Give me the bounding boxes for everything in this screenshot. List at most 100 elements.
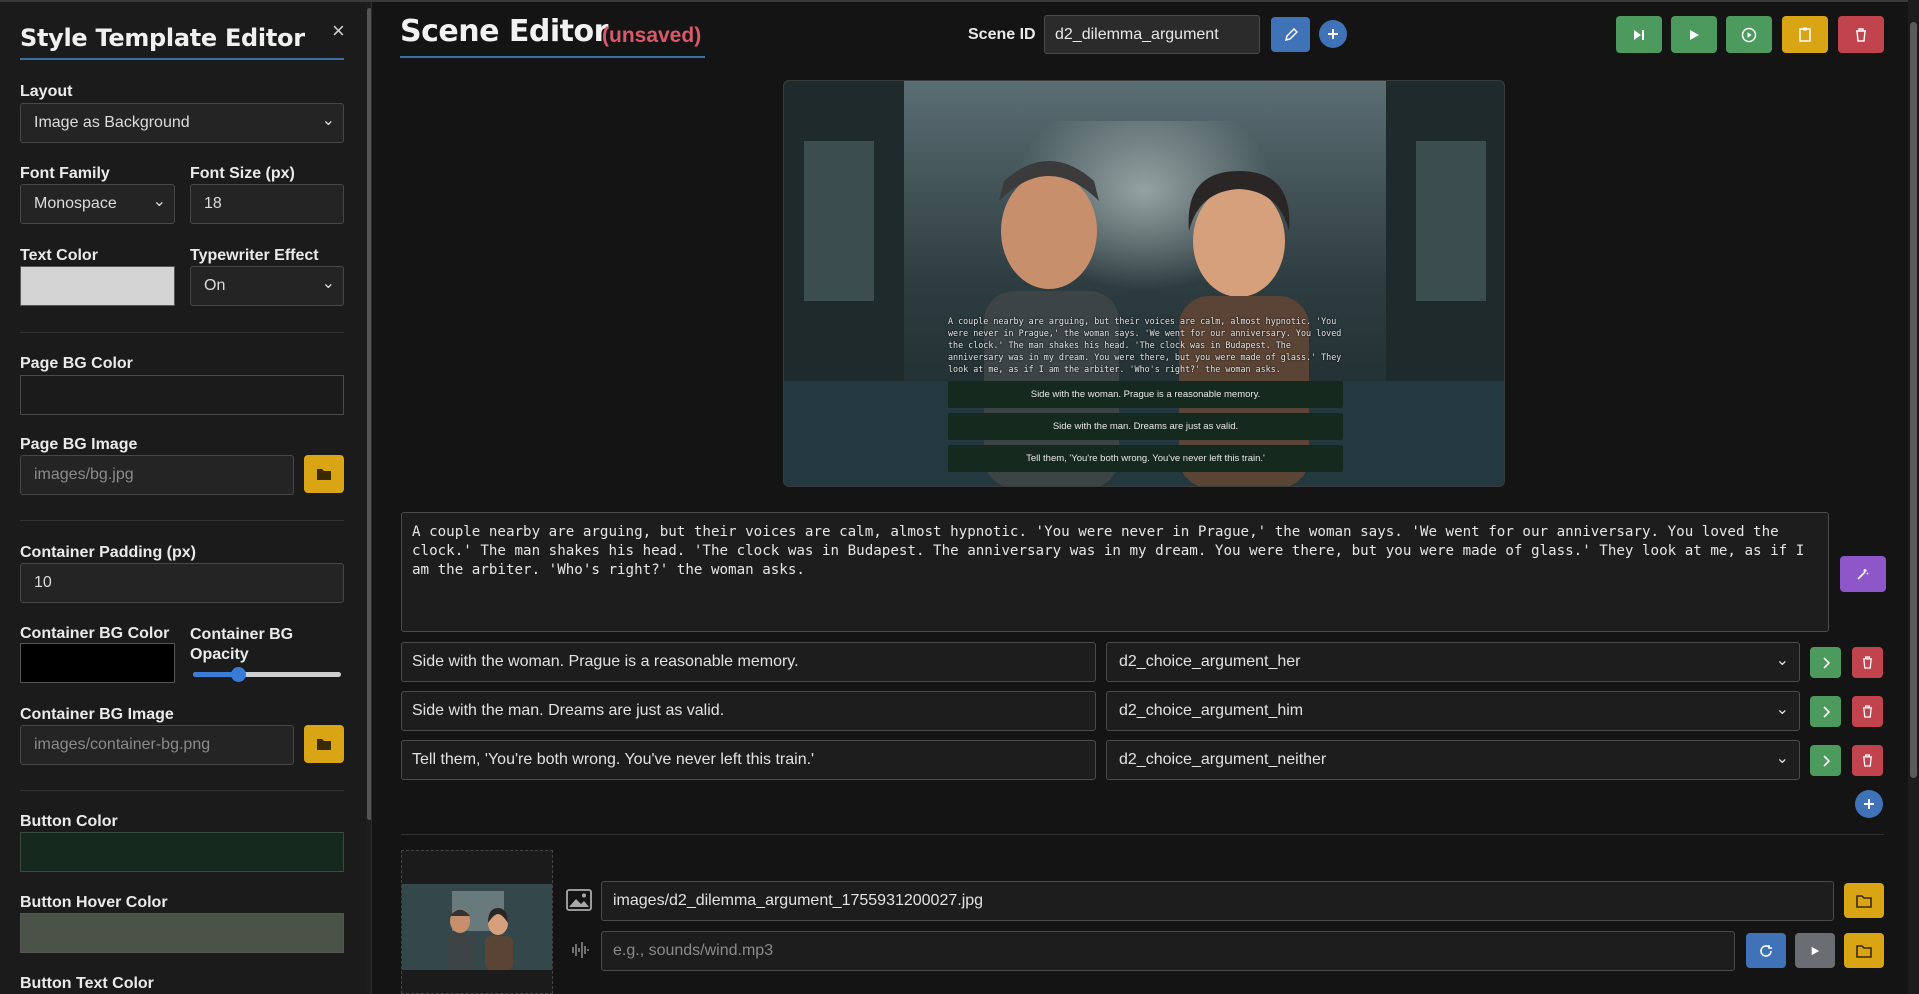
button-color-swatch[interactable] xyxy=(20,832,344,872)
container-bg-color-label: Container BG Color xyxy=(20,625,170,642)
text-color-swatch[interactable] xyxy=(20,266,175,306)
generate-text-button[interactable] xyxy=(1840,556,1886,592)
preview-choice-button[interactable]: Side with the man. Dreams are just as va… xyxy=(948,413,1343,440)
edit-scene-id-button[interactable] xyxy=(1271,17,1310,52)
refresh-icon xyxy=(1760,944,1772,957)
choice-text-input[interactable]: Side with the woman. Prague is a reasona… xyxy=(401,642,1096,682)
page-bg-browse-button[interactable] xyxy=(304,455,344,493)
play-icon xyxy=(1811,946,1820,955)
style-template-sidebar: Style Template Editor × Layout Image as … xyxy=(0,0,372,994)
go-to-target-button[interactable] xyxy=(1810,745,1841,776)
preview-choice-button[interactable]: Side with the woman. Prague is a reasona… xyxy=(948,381,1343,408)
page-bg-color-swatch[interactable] xyxy=(20,375,344,415)
container-bg-image-input[interactable]: images/container-bg.png xyxy=(20,725,294,765)
text-color-label: Text Color xyxy=(20,247,98,264)
button-hover-label: Button Hover Color xyxy=(20,894,168,911)
trash-icon xyxy=(1862,705,1873,718)
plus-icon xyxy=(1864,799,1874,809)
layout-label: Layout xyxy=(20,83,73,100)
font-family-label: Font Family xyxy=(20,165,110,182)
font-size-input[interactable]: 18 xyxy=(190,184,344,224)
delete-choice-button[interactable] xyxy=(1852,696,1883,727)
scene-id-label: Scene ID xyxy=(968,26,1036,43)
folder-icon xyxy=(317,739,331,750)
page-title: Scene Editor xyxy=(400,14,608,49)
choice-text-input[interactable]: Side with the man. Dreams are just as va… xyxy=(401,691,1096,731)
folder-icon xyxy=(317,469,331,480)
play-from-here-button[interactable] xyxy=(1726,16,1772,53)
section-divider xyxy=(401,834,1884,835)
sidebar-title: Style Template Editor xyxy=(20,24,305,52)
skip-to-scene-button[interactable] xyxy=(1616,16,1662,53)
play-button[interactable] xyxy=(1671,16,1717,53)
main-scrollbar-thumb[interactable] xyxy=(1910,22,1917,778)
go-to-target-button[interactable] xyxy=(1810,647,1841,678)
container-padding-input[interactable]: 10 xyxy=(20,563,344,603)
pencil-icon xyxy=(1284,27,1298,41)
sound-path-input[interactable]: e.g., sounds/wind.mp3 xyxy=(601,931,1735,971)
sidebar-divider xyxy=(20,790,344,791)
audio-waveform-icon xyxy=(572,942,589,958)
choice-target-select[interactable]: d2_choice_argument_her xyxy=(1106,642,1800,682)
skip-forward-icon xyxy=(1634,29,1644,40)
image-icon xyxy=(566,889,592,911)
delete-scene-button[interactable] xyxy=(1838,16,1884,53)
container-padding-label: Container Padding (px) xyxy=(20,544,196,561)
scene-text-area[interactable]: A couple nearby are arguing, but their v… xyxy=(401,512,1829,632)
sidebar-scrollbar-thumb[interactable] xyxy=(367,8,371,820)
unsaved-badge: (unsaved) xyxy=(602,24,702,47)
layout-select[interactable]: Image as Background xyxy=(20,103,344,143)
folder-icon xyxy=(1856,944,1872,958)
choice-target-select[interactable]: d2_choice_argument_him xyxy=(1106,691,1800,731)
preview-choice-button[interactable]: Tell them, 'You're both wrong. You've ne… xyxy=(948,445,1343,472)
preview-scene-text: A couple nearby are arguing, but their v… xyxy=(948,316,1342,374)
sound-browse-button[interactable] xyxy=(1844,933,1884,968)
container-bg-opacity-label: Container BG Opacity xyxy=(190,626,294,663)
button-text-label: Button Text Color xyxy=(20,975,154,992)
container-bg-image-label: Container BG Image xyxy=(20,706,174,723)
chevron-right-icon xyxy=(1822,705,1830,718)
image-browse-button[interactable] xyxy=(1844,883,1884,918)
choice-target-select[interactable]: d2_choice_argument_neither xyxy=(1106,740,1800,780)
scene-id-input[interactable]: d2_dilemma_argument xyxy=(1044,15,1260,54)
delete-choice-button[interactable] xyxy=(1852,745,1883,776)
button-hover-swatch[interactable] xyxy=(20,913,344,953)
plus-icon xyxy=(1328,29,1338,39)
save-button[interactable] xyxy=(1782,16,1828,53)
add-scene-button[interactable] xyxy=(1319,20,1347,48)
magic-wand-icon xyxy=(1857,569,1869,580)
sidebar-divider xyxy=(20,520,344,521)
typewriter-select[interactable]: On xyxy=(190,266,344,306)
image-thumbnail-dropzone[interactable] xyxy=(401,850,553,994)
sidebar-title-underline xyxy=(20,58,344,60)
play-icon xyxy=(1690,29,1699,40)
container-bg-color-swatch[interactable] xyxy=(20,643,175,683)
trash-icon xyxy=(1862,656,1873,669)
container-bg-browse-button[interactable] xyxy=(304,725,344,763)
delete-choice-button[interactable] xyxy=(1852,647,1883,678)
clipboard-icon xyxy=(1799,27,1811,42)
image-path-input[interactable]: images/d2_dilemma_argument_1755931200027… xyxy=(601,881,1834,921)
folder-icon xyxy=(1856,894,1872,908)
opacity-slider-handle[interactable] xyxy=(231,667,246,682)
sidebar-divider xyxy=(20,332,344,333)
play-circle-icon xyxy=(1741,27,1757,42)
trash-icon xyxy=(1862,754,1873,767)
trash-icon xyxy=(1856,27,1866,42)
add-choice-button[interactable] xyxy=(1855,790,1883,818)
choice-text-input[interactable]: Tell them, 'You're both wrong. You've ne… xyxy=(401,740,1096,780)
reload-sound-button[interactable] xyxy=(1746,933,1786,968)
play-sound-button[interactable] xyxy=(1795,933,1835,968)
page-bg-image-input[interactable]: images/bg.jpg xyxy=(20,455,294,495)
title-underline xyxy=(400,56,705,58)
chevron-right-icon xyxy=(1822,656,1830,669)
page-bg-color-label: Page BG Color xyxy=(20,355,133,372)
button-color-label: Button Color xyxy=(20,813,118,830)
go-to-target-button[interactable] xyxy=(1810,696,1841,727)
top-border xyxy=(0,0,1919,2)
typewriter-label: Typewriter Effect xyxy=(190,247,319,264)
close-icon[interactable]: × xyxy=(332,18,345,44)
scene-preview: A couple nearby are arguing, but their v… xyxy=(783,80,1505,487)
font-family-select[interactable]: Monospace xyxy=(20,184,175,224)
font-size-label: Font Size (px) xyxy=(190,165,295,182)
